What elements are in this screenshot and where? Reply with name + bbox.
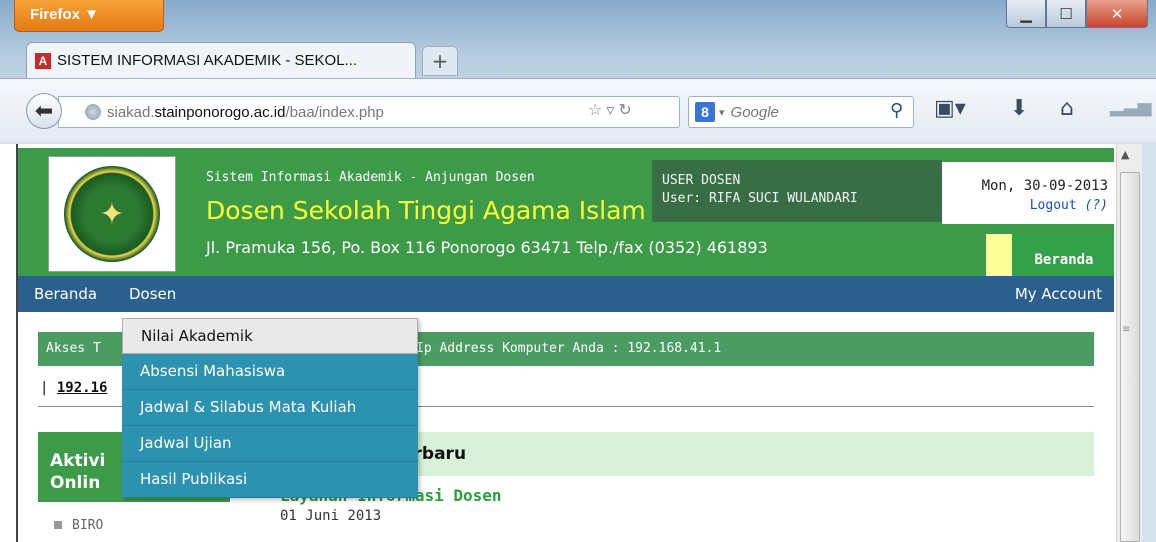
dropdown-item-nilai-akademik[interactable]: Nilai Akademik [122, 318, 418, 354]
biro-item[interactable]: BIRO [54, 518, 103, 533]
web-page: ✦ Sistem Informasi Akademik - Anjungan D… [16, 144, 1114, 542]
scroll-up-icon[interactable]: ▲ [1121, 148, 1129, 161]
beranda-button[interactable]: Beranda [1012, 234, 1114, 276]
scroll-grip-icon: ≡ [1122, 324, 1131, 335]
star-icon[interactable]: ☆ [588, 100, 606, 119]
site-address: Jl. Pramuka 156, Po. Box 116 Ponorogo 63… [206, 238, 768, 257]
menu-beranda[interactable]: Beranda [34, 285, 97, 303]
signal-icon: ▂▃▅ [1110, 96, 1152, 117]
dropdown-item-jadwal-silabus[interactable]: Jadwal & Silabus Mata Kuliah [122, 390, 418, 426]
date-box: Mon, 30-09-2013 Logout (?) [942, 162, 1114, 224]
close-icon[interactable]: ✕ [1086, 0, 1148, 28]
dropdown-item-hasil-publikasi[interactable]: Hasil Publikasi [122, 462, 418, 498]
site-favicon-icon: A [35, 52, 51, 69]
site-subtitle: Sistem Informasi Akademik - Anjungan Dos… [206, 170, 535, 185]
user-role: USER DOSEN [662, 173, 741, 188]
globe-icon [85, 104, 101, 120]
dropdown-item-absensi-mahasiswa[interactable]: Absensi Mahasiswa [122, 354, 418, 390]
url-prefix: siakad. [107, 103, 155, 121]
url-path: /baa/index.php [285, 103, 384, 121]
minimize-icon[interactable]: ▁ [1006, 0, 1046, 28]
search-icon[interactable]: ⚲ [890, 100, 903, 121]
main-menu: Beranda Dosen My Account [18, 276, 1114, 312]
search-placeholder: Google [730, 103, 779, 121]
window-controls: ▁ ☐ ✕ [1006, 0, 1148, 30]
highlight-box [986, 234, 1012, 276]
browser-tab[interactable]: A SISTEM INFORMASI AKADEMIK - SEKOL... [26, 42, 416, 78]
user-info-box: USER DOSEN User: RIFA SUCI WULANDARI [652, 160, 942, 222]
window-frame-edge [1142, 144, 1156, 542]
emblem-icon: ✦ [64, 166, 160, 262]
ip-link-row: | 192.16 [40, 380, 107, 396]
dropdown-arrow-icon[interactable]: ▿ [606, 100, 618, 119]
logo: ✦ [48, 156, 176, 272]
firefox-menu-button[interactable]: Firefox ▼ [14, 0, 164, 32]
bullet-icon [54, 521, 62, 529]
ip-link-prefix: | [40, 380, 57, 396]
site-header: ✦ Sistem Informasi Akademik - Anjungan D… [18, 148, 1114, 276]
new-tab-button[interactable]: + [422, 46, 458, 76]
ip-link[interactable]: 192.16 [57, 380, 108, 396]
bookmarks-icon[interactable]: ▣▾ [934, 96, 966, 121]
dosen-dropdown-menu: Nilai Akademik Absensi Mahasiswa Jadwal … [122, 318, 418, 498]
reload-icon[interactable]: ↻ [618, 100, 635, 119]
address-bar[interactable]: siakad. stainponorogo.ac.id/baa/index.php [58, 96, 680, 128]
url-bar-icons: ☆▿↻ [588, 100, 636, 119]
current-date: Mon, 30-09-2013 [981, 178, 1108, 194]
biro-label: BIRO [72, 518, 104, 533]
site-title: Dosen Sekolah Tinggi Agama Islam [206, 196, 646, 225]
user-name: User: RIFA SUCI WULANDARI [662, 191, 858, 206]
dropdown-item-jadwal-ujian[interactable]: Jadwal Ujian [122, 426, 418, 462]
vertical-scrollbar[interactable]: ▲ ≡ [1116, 144, 1142, 542]
search-input[interactable]: 8 ▾ Google [688, 96, 914, 128]
maximize-icon[interactable]: ☐ [1046, 0, 1086, 28]
home-icon[interactable]: ⌂ [1060, 96, 1074, 121]
news-date: 01 Juni 2013 [280, 508, 382, 524]
logout-help-link[interactable]: (?) [1085, 198, 1108, 213]
access-label: Akses T [46, 341, 101, 356]
search-engine-dropdown-icon[interactable]: ▾ [719, 106, 725, 119]
ip-address-text: Ip Address Komputer Anda : 192.168.41.1 [416, 341, 722, 356]
google-icon[interactable]: 8 [695, 102, 715, 122]
menu-my-account[interactable]: My Account [1015, 285, 1102, 303]
url-domain: stainponorogo.ac.id [154, 103, 286, 121]
back-arrow-icon[interactable]: ⬅ [26, 93, 62, 129]
download-icon[interactable]: ⬇ [1010, 96, 1028, 121]
scroll-thumb[interactable] [1120, 172, 1140, 542]
logout-link[interactable]: Logout [1030, 198, 1077, 213]
tab-title: SISTEM INFORMASI AKADEMIK - SEKOL... [57, 52, 358, 69]
menu-dosen[interactable]: Dosen [129, 285, 176, 303]
